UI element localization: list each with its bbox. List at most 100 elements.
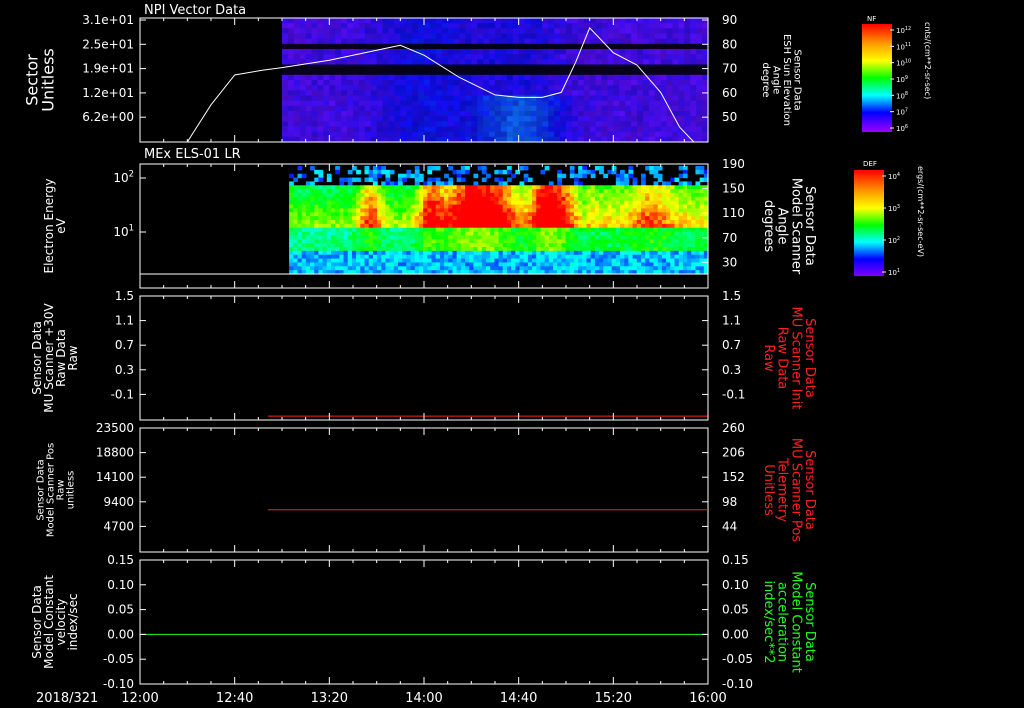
heatmap-cell (540, 231, 546, 237)
heatmap-cell (481, 223, 487, 229)
heatmap-cell (372, 173, 378, 179)
heatmap-cell (636, 250, 642, 256)
y-tick-label-right: 44 (722, 519, 737, 533)
heatmap-cell (448, 235, 454, 240)
heatmap-cell (372, 204, 378, 210)
heatmap-cell (459, 111, 467, 117)
heatmap-cell (678, 166, 684, 171)
heatmap-cell (447, 111, 455, 117)
heatmap-cell (645, 216, 650, 221)
heatmap-cell (341, 33, 348, 40)
heatmap-cell (536, 250, 542, 256)
heatmap-cell (398, 208, 403, 213)
heatmap-cell (471, 111, 478, 117)
heatmap-cell (527, 216, 533, 221)
heatmap-cell (589, 54, 597, 60)
heatmap-cell (414, 258, 420, 264)
heatmap-cell (660, 59, 668, 66)
heatmap-cell (448, 262, 454, 267)
heatmap-cell (314, 243, 320, 248)
heatmap-cell (506, 200, 512, 206)
heatmap-cell (341, 121, 348, 128)
heatmap-cell (406, 200, 412, 206)
colorbar-unit: ergs/(cm**2-sr-sec-eV) (916, 166, 925, 257)
heatmap-cell (523, 258, 529, 264)
heatmap-cell (293, 126, 301, 133)
heatmap-cell (326, 220, 332, 225)
heatmap-cell (615, 200, 621, 206)
heatmap-cell (661, 258, 667, 264)
heatmap-cell (305, 200, 311, 206)
heatmap-cell (615, 204, 621, 210)
heatmap-cell (402, 254, 407, 260)
heatmap-cell (613, 54, 620, 60)
heatmap-cell (481, 250, 487, 256)
heatmap-cell (544, 266, 550, 271)
heatmap-cell (660, 69, 668, 76)
heatmap-cell (406, 193, 412, 198)
heatmap-cell (523, 235, 529, 240)
heatmap-cell (287, 49, 295, 55)
heatmap-cell (299, 28, 307, 35)
heatmap-cell (453, 100, 461, 107)
heatmap-cell (364, 23, 372, 29)
heatmap-cell (444, 231, 449, 237)
heatmap-cell (299, 80, 307, 86)
heatmap-cell (512, 95, 520, 102)
heatmap-cell (601, 85, 609, 91)
heatmap-cell (414, 193, 420, 198)
heatmap-cell (314, 185, 320, 190)
heatmap-cell (477, 43, 484, 50)
heatmap-cell (648, 116, 656, 122)
heatmap-cell (329, 121, 336, 128)
heatmap-cell (532, 216, 537, 221)
heatmap-cell (287, 95, 295, 102)
heatmap-cell (418, 116, 425, 122)
heatmap-cell (485, 216, 491, 221)
heatmap-cell (311, 95, 319, 102)
heatmap-cell (672, 105, 680, 112)
heatmap-cell (518, 116, 526, 122)
heatmap-cell (423, 208, 428, 213)
heatmap-cell (289, 231, 294, 237)
heatmap-cell (353, 28, 360, 35)
heatmap-cell (456, 173, 462, 179)
heatmap-cell (335, 227, 340, 233)
heatmap-cell (645, 231, 650, 237)
heatmap-cell (678, 49, 685, 55)
heatmap-cell (318, 223, 324, 229)
heatmap-cell (586, 258, 592, 264)
heatmap-cell (682, 231, 688, 237)
heatmap-cell (594, 220, 600, 225)
heatmap-cell (661, 247, 667, 252)
heatmap-cell (347, 80, 354, 86)
heatmap-cell (536, 235, 542, 240)
heatmap-cell (695, 262, 701, 267)
heatmap-cell (343, 193, 349, 198)
heatmap-cell (393, 212, 399, 217)
heatmap-cell (424, 64, 431, 71)
heatmap-cell (439, 231, 445, 237)
heatmap-cell (699, 204, 705, 210)
heatmap-cell (389, 169, 395, 175)
heatmap-cell (310, 239, 315, 244)
heatmap-cell (376, 111, 384, 117)
heatmap-cell (435, 69, 443, 76)
y-axis-label-right: degrees (761, 200, 776, 253)
heatmap-cell (389, 266, 395, 271)
heatmap-cell (282, 111, 289, 117)
heatmap-cell (625, 28, 632, 35)
heatmap-cell (465, 204, 470, 210)
heatmap-cell (287, 43, 295, 50)
heatmap-cell (356, 212, 361, 217)
heatmap-cell (632, 208, 638, 213)
heatmap-cell (494, 200, 500, 206)
heatmap-cell (322, 235, 328, 240)
heatmap-cell (577, 80, 585, 86)
heatmap-cell (311, 74, 319, 81)
heatmap-cell (456, 223, 462, 229)
heatmap-cell (619, 111, 626, 117)
heatmap-cell (326, 243, 332, 248)
heatmap-cell (398, 258, 403, 264)
heatmap-cell (393, 204, 399, 210)
